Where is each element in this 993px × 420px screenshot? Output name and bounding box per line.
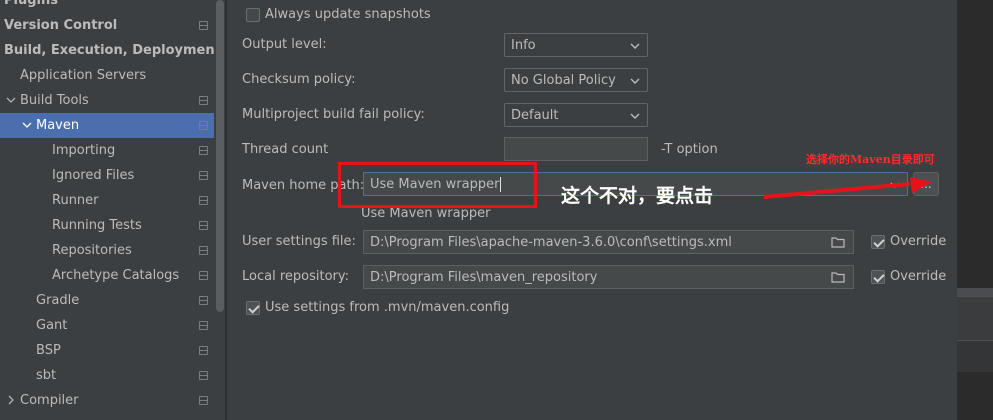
sidebar-item-label: Repositories [52, 243, 132, 258]
local-repository-label: Local repository: [242, 269, 349, 284]
sidebar-item-plugins[interactable]: Plugins [0, 0, 214, 13]
thread-option-hint: -T option [661, 142, 718, 157]
user-settings-override-label: Override [890, 234, 947, 249]
project-settings-icon [199, 221, 208, 230]
maven-home-version-hint: Use Maven wrapper [361, 206, 491, 221]
right-side-background [957, 0, 993, 420]
sidebar-item-runner[interactable]: Runner [0, 188, 214, 213]
sidebar-item-compiler[interactable]: Compiler [0, 388, 214, 413]
chevron-down-icon [630, 78, 640, 84]
sidebar-item-label: Application Servers [20, 68, 147, 83]
divider [957, 288, 993, 296]
chevron-down-icon [630, 43, 640, 49]
project-settings-icon [199, 396, 208, 405]
sidebar-item-label: Build Tools [20, 93, 89, 108]
chevron-down-icon[interactable] [21, 119, 33, 131]
mvn-config-checkbox[interactable] [246, 301, 260, 315]
project-settings-icon [199, 21, 208, 30]
sidebar-item-label: Importing [52, 143, 116, 158]
divider [957, 296, 993, 340]
project-settings-icon [199, 196, 208, 205]
chevron-down-icon [630, 113, 640, 119]
mvn-config-label: Use settings from .mvn/maven.config [265, 300, 510, 315]
thread-count-label: Thread count [242, 142, 329, 157]
annotation-small-note: 选择你的Maven目录即可 [806, 153, 935, 166]
chevron-down-icon[interactable] [5, 94, 17, 106]
project-settings-icon [199, 146, 208, 155]
sidebar-item-label: BSP [36, 343, 61, 358]
user-settings-override-checkbox[interactable] [871, 235, 885, 249]
local-repository-override-checkbox[interactable] [871, 270, 885, 284]
sidebar-item-build-execution-deployment[interactable]: Build, Execution, Deployment [0, 38, 221, 63]
checksum-policy-label: Checksum policy: [242, 72, 356, 87]
sidebar-item-application-servers[interactable]: Application Servers [0, 63, 214, 88]
project-settings-icon [199, 371, 208, 380]
multiproject-fail-policy-select[interactable]: Default [504, 103, 648, 127]
checksum-policy-value: No Global Policy [511, 72, 616, 88]
project-settings-icon [199, 246, 208, 255]
settings-tree-sidebar: Plugins Version Control Build, Execution, … [0, 0, 226, 420]
sidebar-item-label: Compiler [20, 393, 79, 408]
user-settings-file-input[interactable]: D:\Program Files\apache-maven-3.6.0\conf… [363, 230, 854, 254]
chevron-right-icon[interactable] [5, 394, 17, 406]
sidebar-item-importing[interactable]: Importing [0, 138, 214, 163]
sidebar-item-build-tools[interactable]: Build Tools [0, 88, 214, 113]
sidebar-item-label: Running Tests [52, 218, 142, 233]
project-settings-icon [199, 271, 208, 280]
project-settings-icon [199, 121, 208, 130]
folder-icon[interactable] [831, 236, 845, 248]
sidebar-item-label: Archetype Catalogs [52, 268, 180, 283]
sidebar-item-label: Gradle [36, 293, 80, 308]
local-repository-override-label: Override [890, 269, 947, 284]
sidebar-item-label: Ignored Files [52, 168, 135, 183]
sidebar-item-label: sbt [36, 368, 57, 383]
sidebar-item-sbt[interactable]: sbt [0, 363, 214, 388]
project-settings-icon [199, 346, 208, 355]
sidebar-item-repositories[interactable]: Repositories [0, 238, 214, 263]
always-update-snapshots-checkbox[interactable] [246, 8, 260, 22]
multiproject-fail-policy-label: Multiproject build fail policy: [242, 107, 425, 122]
output-level-value: Info [511, 37, 536, 53]
checksum-policy-select[interactable]: No Global Policy [504, 68, 648, 92]
sidebar-item-label: Build, Execution, Deployment [4, 43, 221, 58]
sidebar-item-label: Runner [52, 193, 99, 208]
sidebar-item-version-control[interactable]: Version Control [0, 13, 214, 38]
local-repository-value: D:\Program Files\maven_repository [370, 269, 598, 285]
sidebar-scrollbar-thumb[interactable] [216, 0, 224, 312]
project-settings-icon [199, 96, 208, 105]
sidebar-item-running-tests[interactable]: Running Tests [0, 213, 214, 238]
sidebar-item-label: Gant [36, 318, 68, 333]
sidebar-item-gradle[interactable]: Gradle [0, 288, 214, 313]
multiproject-fail-policy-value: Default [511, 107, 559, 123]
project-settings-icon [199, 296, 208, 305]
sidebar-item-maven[interactable]: Maven [0, 113, 214, 138]
sidebar-item-gant[interactable]: Gant [0, 313, 214, 338]
annotation-arrow-icon [763, 177, 932, 199]
sidebar-item-bsp[interactable]: BSP [0, 338, 214, 363]
project-settings-icon [199, 171, 208, 180]
divider [957, 340, 993, 372]
user-settings-file-label: User settings file: [242, 234, 356, 249]
folder-icon[interactable] [831, 271, 845, 283]
sidebar-item-label: Maven [36, 118, 80, 133]
annotation-big-note: 这个不对，要点击 [561, 185, 714, 207]
sidebar-item-label: Version Control [4, 18, 118, 33]
project-settings-icon [199, 321, 208, 330]
always-update-snapshots-label: Always update snapshots [265, 7, 431, 22]
output-level-label: Output level: [242, 37, 327, 52]
sidebar-item-ignored-files[interactable]: Ignored Files [0, 163, 214, 188]
annotation-red-box [338, 162, 537, 208]
user-settings-file-value: D:\Program Files\apache-maven-3.6.0\conf… [370, 234, 732, 250]
sidebar-item-archetype-catalogs[interactable]: Archetype Catalogs [0, 263, 214, 288]
sidebar-item-label: Plugins [4, 0, 58, 8]
maven-settings-panel: Always update snapshots Output level: In… [227, 0, 957, 420]
thread-count-input[interactable] [504, 137, 648, 161]
local-repository-input[interactable]: D:\Program Files\maven_repository [363, 265, 854, 289]
output-level-select[interactable]: Info [504, 33, 648, 57]
